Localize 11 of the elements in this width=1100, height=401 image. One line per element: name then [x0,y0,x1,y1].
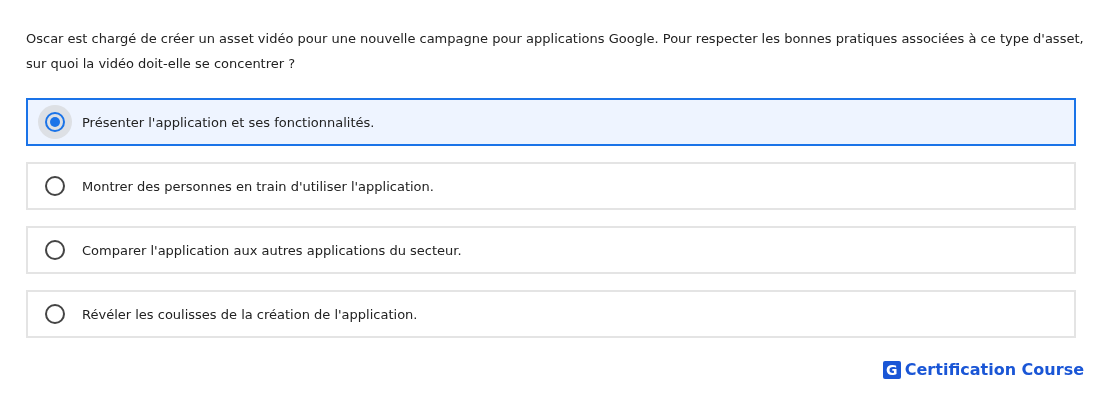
answer-option[interactable]: Présenter l'application et ses fonctionnalités. [26,98,1076,146]
radio-button[interactable] [45,304,65,324]
radio-button[interactable] [45,176,65,196]
question-text: Oscar est chargé de créer un asset vidéo pour une nouvelle campagne pour applications Google. Pour respecter les bonnes pratiques associées à ce type d'asset, sur quoi la vidéo doit-elle se concentrer ? [26,30,1085,73]
logo-mark: G [882,360,901,379]
answer-option[interactable]: Révéler les coulisses de la création de l'application. [26,290,1076,338]
answer-option[interactable]: Montrer des personnes en train d'utiliser l'application. [26,162,1076,210]
answer-option[interactable]: Comparer l'application aux autres applications du secteur. [26,226,1076,274]
logo-text: Certification Course [904,360,1084,379]
radio-button[interactable] [45,240,65,260]
radio-button[interactable] [45,112,65,132]
